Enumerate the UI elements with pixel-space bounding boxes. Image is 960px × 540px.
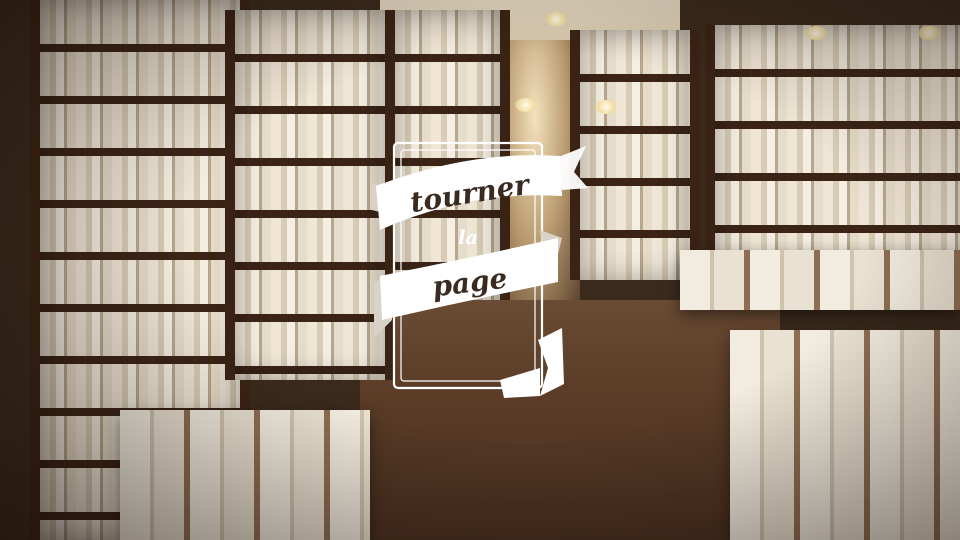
logo-text-la: la bbox=[458, 227, 478, 249]
tourner-la-page-logo: tourner la page bbox=[372, 141, 588, 398]
ribbon-bottom-tail bbox=[500, 328, 564, 398]
